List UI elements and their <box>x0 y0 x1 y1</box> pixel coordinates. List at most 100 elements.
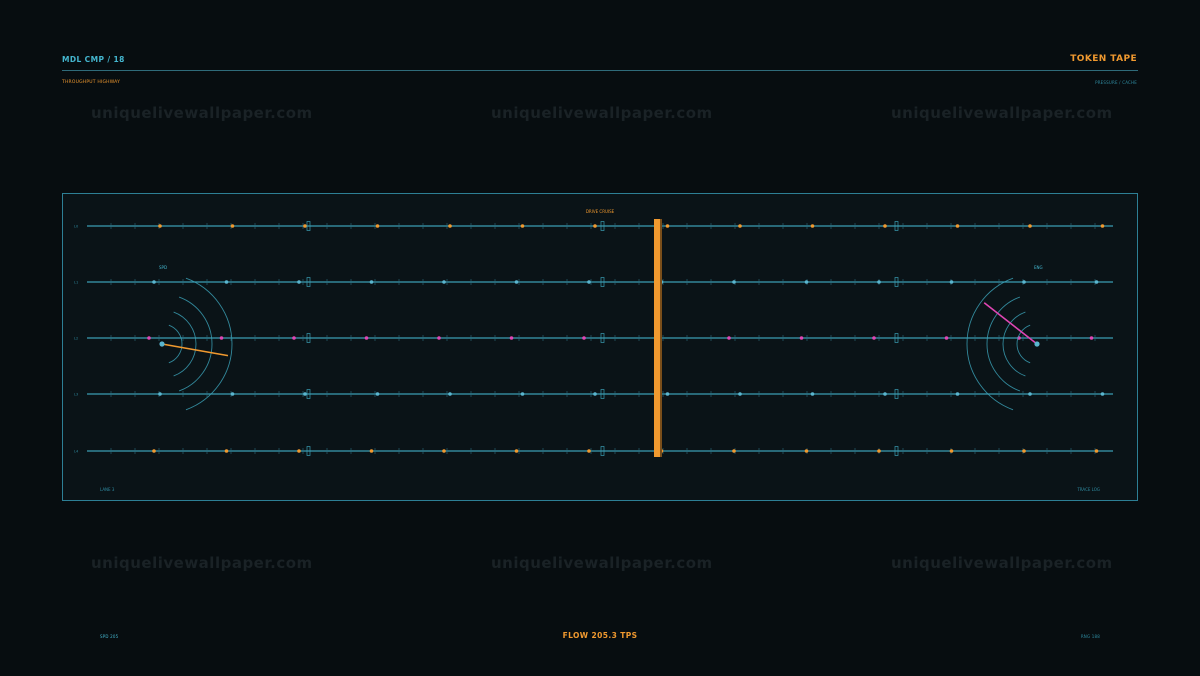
watermark: uniquelivewallpaper.com <box>891 554 1113 572</box>
token-dot <box>375 392 380 396</box>
token-dot <box>1028 392 1032 396</box>
token-dot <box>804 449 809 453</box>
watermark: uniquelivewallpaper.com <box>491 104 713 122</box>
gauge-hub <box>159 341 165 347</box>
token-dot <box>1100 224 1105 228</box>
playhead-cursor <box>654 219 660 457</box>
token-dot <box>593 392 597 396</box>
token-dot <box>877 280 881 284</box>
token-dot <box>883 392 887 396</box>
token-dot <box>877 449 881 453</box>
token-dot <box>224 280 229 284</box>
footer-range: RNG 188 <box>1080 634 1100 639</box>
gauge-left <box>159 277 233 411</box>
app-title: MDL CMP / 18 <box>62 55 125 64</box>
token-dot <box>944 336 949 340</box>
token-dot <box>872 336 876 340</box>
gauge-hub <box>1034 341 1040 347</box>
token-dot <box>509 336 514 340</box>
footer-flow: FLOW 205.3 TPS <box>562 631 638 640</box>
header-divider <box>62 70 1138 71</box>
token-dot <box>732 280 736 284</box>
token-dot <box>955 392 960 396</box>
lane-label: L0 <box>74 225 78 229</box>
corner-label-right: TRACE LOG <box>1076 487 1100 492</box>
token-dot <box>158 224 162 228</box>
token-dot <box>587 449 591 453</box>
token-dot <box>520 392 525 396</box>
watermark: uniquelivewallpaper.com <box>91 554 313 572</box>
token-dot <box>292 336 296 340</box>
token-dot <box>514 280 519 284</box>
token-dot <box>369 280 374 284</box>
token-dot <box>883 224 887 228</box>
lane-3: L3 <box>74 389 1113 399</box>
token-dot <box>804 280 809 284</box>
token-dot <box>1094 280 1099 284</box>
token-dot <box>727 336 731 340</box>
gauge-left-label: SPD <box>159 265 167 270</box>
token-dot <box>219 336 224 340</box>
token-dot <box>593 224 597 228</box>
token-dot <box>230 224 235 228</box>
token-dot <box>297 449 301 453</box>
corner-label-left: LANE 3 <box>100 487 115 492</box>
token-dot <box>582 336 586 340</box>
watermark: uniquelivewallpaper.com <box>891 104 1113 122</box>
drive-mode-label: DRIVE CRUISE <box>586 209 615 214</box>
subtitle-left: THROUGHPUT HIGHWAY <box>62 80 121 85</box>
token-dot <box>442 280 446 284</box>
token-dot <box>437 336 441 340</box>
token-dot <box>152 280 156 284</box>
token-dot <box>224 449 229 453</box>
token-dot <box>364 336 369 340</box>
token-dot <box>152 449 156 453</box>
gauge-arc <box>185 277 233 411</box>
token-dot <box>665 392 670 396</box>
watermark: uniquelivewallpaper.com <box>491 554 713 572</box>
token-dot <box>955 224 960 228</box>
gauge-arc <box>173 311 197 377</box>
token-dot <box>448 392 452 396</box>
lane-0: L0 <box>74 221 1113 231</box>
token-dot <box>303 392 307 396</box>
token-dot <box>1028 224 1032 228</box>
token-dot <box>949 280 954 284</box>
token-dot <box>1089 336 1094 340</box>
lane-tracks: DRIVE CRUISE LANE 3 TRACE LOG SPD ENG L0… <box>74 209 1113 492</box>
token-dot <box>949 449 954 453</box>
token-dot <box>375 224 380 228</box>
lane-4: L4 <box>74 446 1113 456</box>
playhead-shadow <box>660 219 662 457</box>
token-dot <box>369 449 374 453</box>
token-dot <box>665 224 670 228</box>
lane-1: L1 <box>74 277 1113 287</box>
token-dot <box>738 392 742 396</box>
gauge-right <box>966 277 1040 411</box>
token-dot <box>799 336 804 340</box>
lane-label: L2 <box>74 337 78 341</box>
lane-label: L4 <box>74 450 79 454</box>
token-dot <box>520 224 525 228</box>
token-dot <box>514 449 519 453</box>
lane-label: L3 <box>74 393 78 397</box>
token-dot <box>810 392 815 396</box>
panel-title: TOKEN TAPE <box>1070 54 1137 64</box>
token-dot <box>587 280 591 284</box>
token-dot <box>1022 449 1026 453</box>
token-dot <box>303 224 307 228</box>
token-dot <box>297 280 301 284</box>
watermark: uniquelivewallpaper.com <box>91 104 313 122</box>
token-dot <box>147 336 151 340</box>
token-dot <box>448 224 452 228</box>
lane-2: L2 <box>74 333 1113 343</box>
gauge-arc <box>966 277 1014 411</box>
token-dot <box>158 392 162 396</box>
gauge-arc <box>168 324 183 364</box>
lane-label: L1 <box>74 281 78 285</box>
token-dot <box>1100 392 1105 396</box>
token-dot <box>732 449 736 453</box>
subtitle-right: PRESSURE / CACHE <box>1095 80 1137 85</box>
token-dot <box>810 224 815 228</box>
token-dot <box>442 449 446 453</box>
